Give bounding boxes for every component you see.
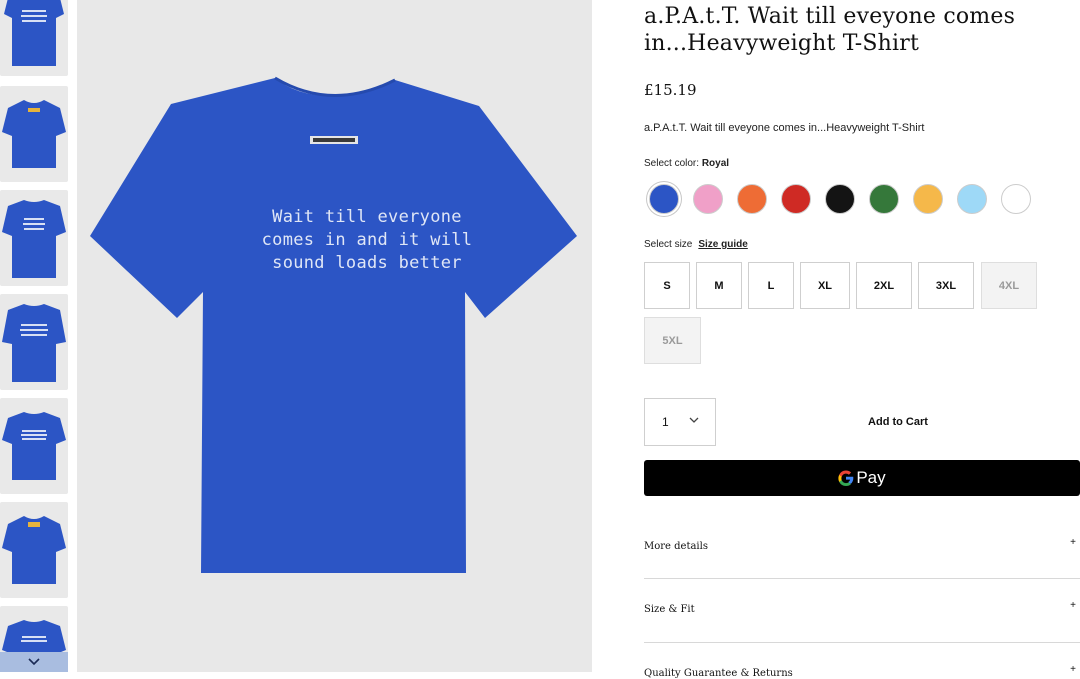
size-option-4xl[interactable]: 4XL (981, 262, 1037, 309)
accordion-size-fit[interactable]: Size & Fit + (644, 578, 1080, 643)
size-option-label: 2XL (873, 279, 895, 292)
size-label: Select size Size guide (644, 239, 748, 250)
color-swatch-black[interactable] (825, 184, 855, 214)
accordion-label: Size & Fit (644, 604, 695, 615)
size-option-2xl[interactable]: 2XL (856, 262, 912, 309)
thumbnail-2[interactable] (0, 86, 68, 182)
product-title-line: in...Heavyweight T-Shirt (644, 31, 920, 56)
shirt-print-text: Wait till everyone comes in and it will … (242, 206, 492, 275)
size-option-xl[interactable]: XL (800, 262, 850, 309)
color-swatch-gold[interactable] (913, 184, 943, 214)
tshirt-image (90, 76, 577, 573)
color-swatch-white[interactable] (1001, 184, 1031, 214)
size-option-label: S (663, 279, 671, 292)
main-product-image[interactable]: Wait till everyone comes in and it will … (77, 0, 592, 672)
shirt-text-line: comes in and it will (261, 230, 473, 250)
plus-icon: + (1070, 537, 1076, 548)
size-label-text: Select size (644, 239, 693, 250)
size-option-m[interactable]: M (696, 262, 742, 309)
shirt-text-line: Wait till everyone (272, 207, 462, 227)
thumbnail-strip (0, 0, 70, 672)
product-title-line: a.P.A.t.T. Wait till eveyone comes (644, 4, 1016, 29)
accordion-label: Quality Guarantee & Returns (644, 668, 793, 679)
color-swatch-green[interactable] (869, 184, 899, 214)
shirt-text-line: sound loads better (272, 253, 462, 273)
size-option-label: M (714, 279, 724, 292)
color-label-text: Select color: (644, 158, 702, 169)
chevron-down-icon (689, 417, 699, 423)
thumbnail-3[interactable] (0, 190, 68, 286)
google-g-icon (838, 470, 854, 486)
size-option-3xl[interactable]: 3XL (918, 262, 974, 309)
chevron-down-icon (28, 658, 40, 666)
plus-icon: + (1070, 600, 1076, 611)
product-info: a.P.A.t.T. Wait till eveyone comes in...… (644, 0, 1080, 679)
accordion-quality-returns[interactable]: Quality Guarantee & Returns + (644, 642, 1080, 679)
size-guide-link[interactable]: Size guide (698, 239, 747, 250)
product-title: a.P.A.t.T. Wait till eveyone comes in...… (644, 3, 1080, 57)
size-option-label: 5XL (662, 334, 683, 347)
google-pay-label: Pay (856, 468, 886, 487)
thumbnail-6[interactable] (0, 502, 68, 598)
size-option-label: L (767, 279, 775, 292)
thumbnail-scroll-down-button[interactable] (0, 652, 68, 672)
thumbnail-1[interactable] (0, 0, 68, 76)
google-pay-button[interactable]: Pay (644, 460, 1080, 496)
product-subtitle: a.P.A.t.T. Wait till eveyone comes in...… (644, 122, 925, 134)
color-swatches (649, 184, 1049, 216)
color-swatch-red[interactable] (781, 184, 811, 214)
thumbnail-5[interactable] (0, 398, 68, 494)
size-option-s[interactable]: S (644, 262, 690, 309)
color-label: Select color: Royal (644, 158, 729, 169)
accordion-label: More details (644, 541, 708, 552)
add-to-cart-button[interactable]: Add to Cart (716, 398, 1080, 446)
plus-icon: + (1070, 664, 1076, 675)
color-swatch-royal[interactable] (649, 184, 679, 214)
thumbnail-4[interactable] (0, 294, 68, 390)
accordion-more-details[interactable]: More details + (644, 527, 1080, 579)
size-option-label: 4XL (998, 279, 1020, 292)
size-option-l[interactable]: L (748, 262, 794, 309)
size-option-label: 3XL (935, 279, 957, 292)
quantity-value: 1 (662, 415, 669, 429)
size-option-5xl[interactable]: 5XL (644, 317, 701, 364)
color-swatch-light-blue[interactable] (957, 184, 987, 214)
color-swatch-pink[interactable] (693, 184, 723, 214)
quantity-select[interactable]: 1 (644, 398, 716, 446)
size-option-label: XL (817, 279, 833, 292)
color-swatch-orange[interactable] (737, 184, 767, 214)
selected-color-name: Royal (701, 158, 730, 169)
product-price: £15.19 (644, 81, 697, 99)
